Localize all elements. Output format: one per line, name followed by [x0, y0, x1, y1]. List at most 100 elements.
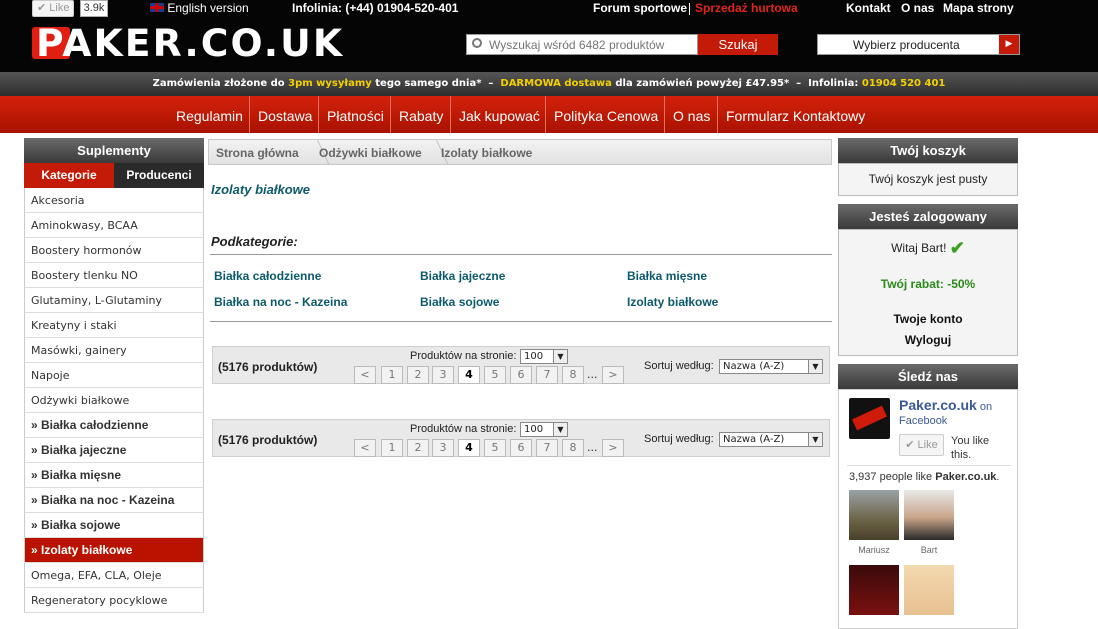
page-button[interactable]: 1: [381, 439, 403, 457]
paker-avatar[interactable]: [849, 398, 890, 439]
pager-prev-button[interactable]: <: [354, 366, 376, 384]
page-button[interactable]: 7: [536, 366, 558, 384]
about-link[interactable]: O nas: [901, 1, 934, 15]
nav-platnosci[interactable]: Płatności: [318, 96, 392, 133]
site-header: ✔ Like 3.9k English version Infolinia: (…: [0, 0, 1098, 72]
nav-rabaty[interactable]: Rabaty: [390, 96, 451, 133]
sidebar-item-glutaminy[interactable]: Glutaminy, L-Glutaminy: [24, 288, 204, 313]
sitemap-link[interactable]: Mapa strony: [943, 1, 1014, 15]
pager-next-button[interactable]: >: [602, 439, 624, 457]
page-button[interactable]: 2: [407, 439, 429, 457]
main-nav: Regulamin Dostawa Płatności Rabaty Jak k…: [0, 96, 1098, 133]
nav-regulamin[interactable]: Regulamin: [168, 96, 251, 133]
account-link[interactable]: Twoje konto: [839, 312, 1017, 326]
sidebar-item-odzywki-bialkowe[interactable]: Odżywki białkowe: [24, 388, 204, 413]
nav-dostawa[interactable]: Dostawa: [249, 96, 320, 133]
login-title: Jesteś zalogowany: [838, 204, 1018, 229]
fb-page-link[interactable]: Paker.co.uk on Facebook: [899, 398, 1014, 428]
per-page-select[interactable]: 100 ▼: [520, 422, 568, 437]
subcat-bialka-na-noc[interactable]: Białka na noc - Kazeina: [214, 295, 347, 309]
sidebar-item-aminokwasy[interactable]: Aminokwasy, BCAA: [24, 213, 204, 238]
page-button[interactable]: 5: [484, 366, 506, 384]
sidebar-item-bialka-jajeczne[interactable]: » Białka jajeczne: [24, 438, 204, 463]
english-version-link[interactable]: English version: [150, 1, 249, 15]
sidebar-item-bialka-na-noc[interactable]: » Białka na noc - Kazeina: [24, 488, 204, 513]
breadcrumb-current: Izolaty białkowe: [441, 146, 533, 160]
per-page-select[interactable]: 100 ▼: [520, 349, 568, 364]
infolinia: Infolinia: (+44) 01904-520-401: [292, 1, 459, 15]
follow-title: Śledź nas: [838, 364, 1018, 389]
subcat-bialka-miesne[interactable]: Białka mięsne: [627, 269, 707, 283]
page-button[interactable]: 3: [432, 366, 454, 384]
product-count: (5176 produktów): [218, 433, 318, 447]
cart-empty-text: Twój koszyk jest pusty: [868, 172, 988, 186]
sidebar-item-masowki[interactable]: Masówki, gainery: [24, 338, 204, 363]
search-input[interactable]: [489, 36, 695, 53]
right-sidebar: Twój koszyk Twój koszyk jest pusty Jeste…: [838, 138, 1018, 629]
fb-page-like-button[interactable]: ✔ Like: [899, 434, 944, 456]
page-button[interactable]: 3: [432, 439, 454, 457]
fb-like-button[interactable]: ✔ Like: [32, 0, 74, 17]
search-box[interactable]: [466, 34, 698, 55]
nav-polityka-cenowa[interactable]: Polityka Cenowa: [545, 96, 666, 133]
welcome-text: Witaj Bart!: [891, 241, 947, 255]
subcat-bialka-jajeczne[interactable]: Białka jajeczne: [420, 269, 505, 283]
sidebar-item-bialka-sojowe[interactable]: » Białka sojowe: [24, 513, 204, 538]
page-button[interactable]: 7: [536, 439, 558, 457]
sort-label: Sortuj według:: [644, 360, 714, 372]
page-button-current[interactable]: 4: [458, 439, 480, 457]
sidebar-item-regeneratory[interactable]: Regeneratory pocyklowe: [24, 588, 204, 613]
sidebar-item-boostery-hormonow[interactable]: Boostery hormonów: [24, 238, 204, 263]
page-button[interactable]: 5: [484, 439, 506, 457]
site-logo[interactable]: PAKER.CO.UK: [30, 22, 402, 65]
friend-avatar[interactable]: [904, 565, 954, 615]
friend-name: Bart: [920, 545, 938, 555]
page-button[interactable]: 2: [407, 366, 429, 384]
pager-bottom: (5176 produktów) Produktów na stronie: 1…: [212, 419, 830, 457]
nav-jak-kupowac[interactable]: Jak kupować: [450, 96, 548, 133]
page-button[interactable]: 6: [510, 366, 532, 384]
sidebar-item-bialka-miesne[interactable]: » Białka mięsne: [24, 463, 204, 488]
tab-categories[interactable]: Kategorie: [24, 163, 114, 188]
sidebar-item-omega[interactable]: Omega, EFA, CLA, Oleje: [24, 563, 204, 588]
sort-select[interactable]: Nazwa (A-Z) ▼: [719, 359, 823, 374]
friend-avatar[interactable]: [849, 490, 899, 540]
sidebar-item-bialka-calodzienne[interactable]: » Białka całodzienne: [24, 413, 204, 438]
logout-link[interactable]: Wyloguj: [839, 333, 1017, 347]
fb-you-like: You like this.: [951, 435, 990, 461]
forum-link[interactable]: Forum sportowe: [593, 1, 687, 15]
producer-select[interactable]: Wybierz producenta ▶: [817, 34, 1020, 55]
sidebar-item-kreatyny[interactable]: Kreatyny i staki: [24, 313, 204, 338]
tab-producers[interactable]: Producenci: [114, 163, 204, 188]
chevron-down-icon: ▼: [808, 433, 822, 446]
contact-link[interactable]: Kontakt: [846, 1, 891, 15]
like-count: 3.9k: [80, 0, 108, 17]
page-button[interactable]: 1: [381, 366, 403, 384]
breadcrumb-odzywki[interactable]: Odżywki białkowe: [319, 146, 422, 160]
page-button[interactable]: 6: [510, 439, 532, 457]
subcat-bialka-calodzienne[interactable]: Białka całodzienne: [214, 269, 321, 283]
wholesale-link[interactable]: Sprzedaż hurtowa: [695, 1, 798, 15]
cart-title: Twój koszyk: [838, 138, 1018, 163]
page-button[interactable]: 8: [562, 366, 584, 384]
pager-prev-button[interactable]: <: [354, 439, 376, 457]
left-sidebar: Suplementy Kategorie Producenci Akcesori…: [24, 138, 204, 613]
sidebar-item-napoje[interactable]: Napoje: [24, 363, 204, 388]
page-button[interactable]: 8: [562, 439, 584, 457]
sidebar-item-izolaty[interactable]: » Izolaty białkowe: [24, 538, 204, 563]
sidebar-item-akcesoria[interactable]: Akcesoria: [24, 188, 204, 213]
page-button-current[interactable]: 4: [458, 366, 480, 384]
subcat-izolaty[interactable]: Izolaty białkowe: [627, 295, 718, 309]
search-button[interactable]: Szukaj: [698, 34, 778, 55]
pager-next-button[interactable]: >: [602, 366, 624, 384]
sidebar-item-boostery-no[interactable]: Boostery tlenku NO: [24, 263, 204, 288]
subcat-bialka-sojowe[interactable]: Białka sojowe: [420, 295, 499, 309]
sort-select[interactable]: Nazwa (A-Z) ▼: [719, 432, 823, 447]
nav-o-nas[interactable]: O nas: [664, 96, 718, 133]
divider: [210, 254, 832, 255]
friend-avatar[interactable]: [904, 490, 954, 540]
welcome-row: Witaj Bart! ✔: [839, 238, 1017, 259]
friend-avatar[interactable]: [849, 565, 899, 615]
breadcrumb-home[interactable]: Strona główna: [216, 146, 299, 160]
nav-formularz[interactable]: Formularz Kontaktowy: [717, 96, 873, 133]
